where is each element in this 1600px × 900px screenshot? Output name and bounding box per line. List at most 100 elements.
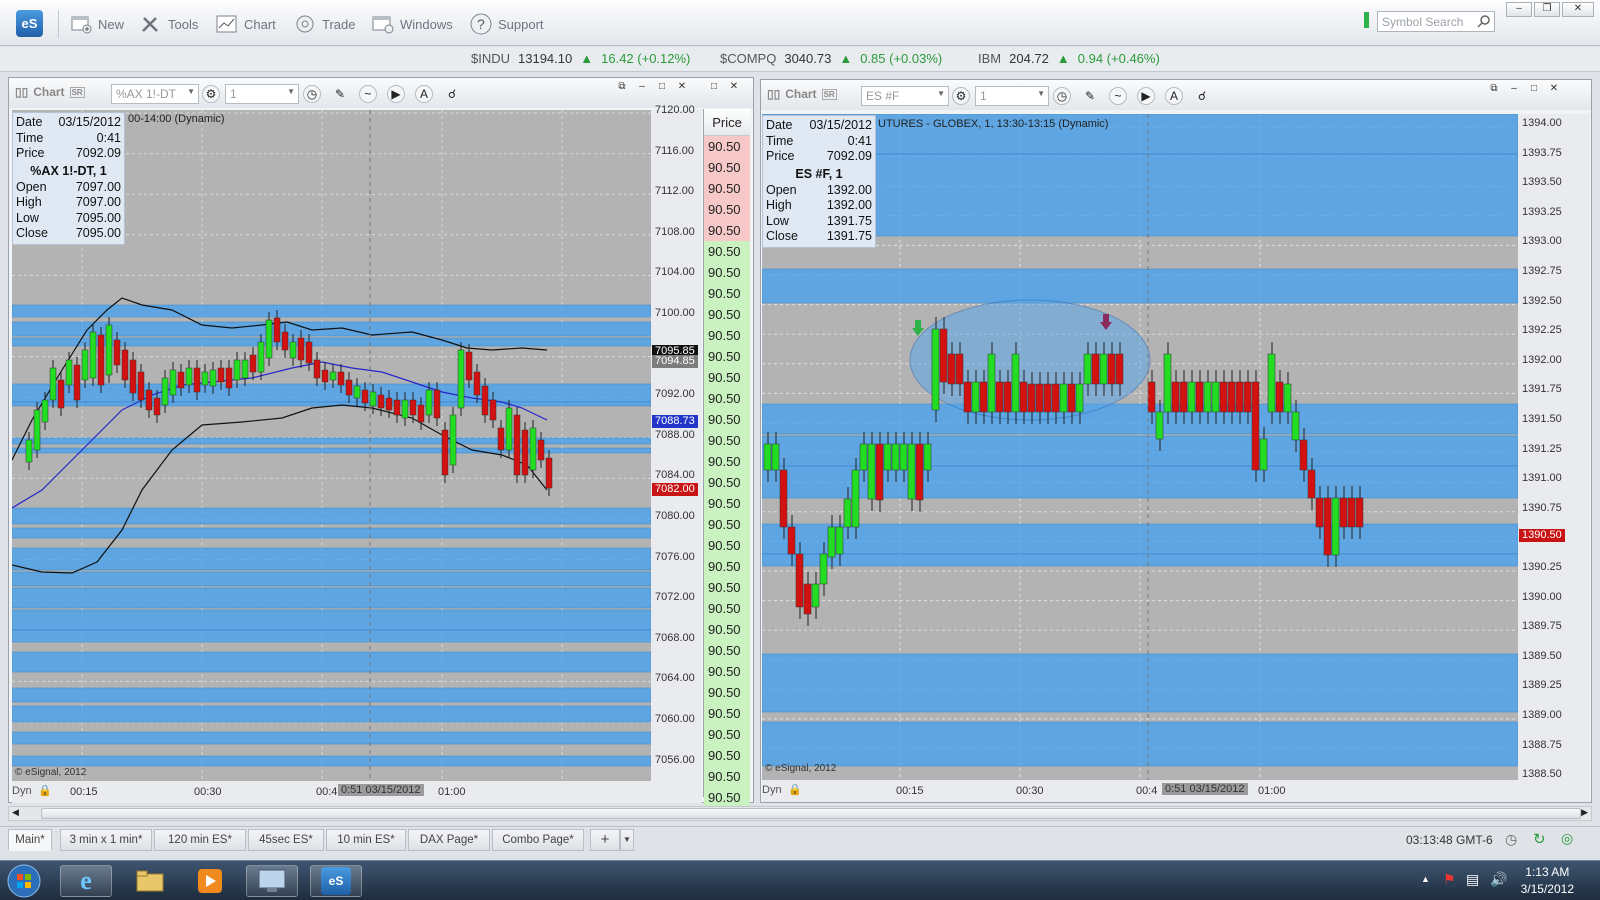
ladder-row[interactable]: 90.50 — [704, 136, 750, 157]
left-chart-title[interactable]: ▯▯ Chart SR — [15, 85, 85, 99]
ladder-row[interactable]: 90.50 — [704, 241, 750, 262]
windows-button[interactable]: Windows — [372, 12, 453, 36]
ladder-row[interactable]: 90.50 — [704, 178, 750, 199]
tab-dax[interactable]: DAX Page* — [408, 829, 490, 851]
right-interval-combo[interactable]: 1 ▼ — [975, 86, 1049, 106]
tray-expand-icon[interactable]: ▲ — [1421, 874, 1430, 884]
settings-icon[interactable]: ⚙ — [202, 85, 220, 103]
lock-icon[interactable]: 🔒 — [788, 783, 802, 796]
ladder-row[interactable]: 90.50 — [704, 325, 750, 346]
minimize-app-button[interactable]: – — [1506, 2, 1532, 17]
tab-menu-chevron-icon[interactable]: ▼ — [620, 829, 634, 851]
right-time-axis[interactable]: Dyn 🔒 00:15 00:30 00:4 01:00 0:51 03/15/2012 — [762, 780, 1590, 802]
ladder-row[interactable]: 90.50 — [704, 724, 750, 745]
ladder-row[interactable]: 90.50 — [704, 514, 750, 535]
esignal-taskbar-icon[interactable]: eS — [310, 865, 362, 897]
alert-icon[interactable]: A — [1165, 87, 1183, 105]
right-symbol-combo[interactable]: ES #F ▼ — [861, 86, 949, 106]
ladder-row[interactable]: 90.50 — [704, 472, 750, 493]
network-icon[interactable]: ▤ — [1466, 871, 1479, 888]
ladder-row[interactable]: 90.50 — [704, 346, 750, 367]
link-icon[interactable]: ☌ — [443, 85, 461, 103]
close-icon[interactable]: ✕ — [1545, 82, 1563, 96]
symbol-search-input[interactable]: Symbol Search — [1377, 11, 1495, 32]
pencil-icon[interactable]: ✎ — [1081, 87, 1099, 105]
ladder-row[interactable]: 90.50 — [704, 388, 750, 409]
status-clock-icon[interactable]: ◷ — [1505, 831, 1517, 848]
minimize-icon[interactable]: – — [633, 80, 651, 94]
detach-icon[interactable]: ⧉ — [1485, 82, 1503, 96]
folder-icon[interactable] — [124, 865, 176, 897]
tab-main[interactable]: Main* — [8, 829, 52, 851]
ladder-row[interactable]: 90.50 — [704, 766, 750, 787]
clock-icon[interactable]: ◷ — [303, 85, 321, 103]
tab-3min[interactable]: 3 min x 1 min* — [60, 829, 152, 851]
desktop-app-icon[interactable] — [246, 865, 298, 897]
ladder-row[interactable]: 90.50 — [704, 199, 750, 220]
ticker-compq[interactable]: $COMPQ 3040.73 ▲ 0.85 (+0.03%) — [720, 51, 942, 66]
ladder-row[interactable]: 90.50 — [704, 577, 750, 598]
scroll-left-icon[interactable]: ◀ — [12, 807, 19, 818]
ladder-row[interactable]: 90.50 — [704, 262, 750, 283]
support-button[interactable]: ? Support — [470, 12, 544, 36]
media-player-icon[interactable] — [184, 865, 236, 897]
tab-combo[interactable]: Combo Page* — [492, 829, 584, 851]
minimize-icon[interactable]: – — [1505, 82, 1523, 96]
study-icon[interactable]: ~ — [1109, 87, 1127, 105]
internet-explorer-icon[interactable]: e — [60, 865, 112, 897]
add-tab-button[interactable]: + — [590, 829, 620, 851]
restore-app-button[interactable]: ❐ — [1534, 2, 1560, 17]
ladder-row[interactable]: 90.50 — [704, 556, 750, 577]
ladder-row[interactable]: 90.50 — [704, 598, 750, 619]
action-center-flag-icon[interactable]: ⚑ — [1443, 871, 1456, 888]
maximize-icon[interactable]: □ — [1525, 82, 1543, 96]
scroll-thumb[interactable] — [41, 808, 1581, 819]
ladder-row[interactable]: 90.50 — [704, 703, 750, 724]
dyn-label[interactable]: Dyn — [12, 785, 32, 797]
tools-button[interactable]: Tools — [140, 12, 198, 36]
left-price-axis[interactable]: 7120.00 7116.00 7112.00 7108.00 7104.00 7100.… — [651, 104, 702, 781]
ladder-row[interactable]: 90.50 — [704, 304, 750, 325]
close-icon[interactable]: ✕ — [673, 80, 691, 94]
ladder-row[interactable]: 90.50 — [704, 640, 750, 661]
play-icon[interactable]: ▶ — [1137, 87, 1155, 105]
ticker-ibm[interactable]: IBM 204.72 ▲ 0.94 (+0.46%) — [978, 51, 1160, 66]
start-button[interactable] — [2, 864, 46, 898]
volume-icon[interactable]: 🔊 — [1490, 871, 1507, 888]
tab-120min[interactable]: 120 min ES* — [154, 829, 246, 851]
esignal-logo[interactable]: eS — [16, 10, 43, 37]
ladder-row[interactable]: 90.50 — [704, 745, 750, 766]
maximize-icon[interactable]: □ — [653, 80, 671, 94]
ladder-row[interactable]: 90.50 — [704, 787, 750, 808]
ladder-row[interactable]: 90.50 — [704, 661, 750, 682]
new-button[interactable]: New — [70, 12, 124, 36]
ladder-row[interactable]: 90.50 — [704, 367, 750, 388]
ladder-row[interactable]: 90.50 — [704, 409, 750, 430]
play-icon[interactable]: ▶ — [387, 85, 405, 103]
horizontal-scrollbar[interactable]: ◀ ▶ — [8, 806, 1592, 821]
status-ok-icon[interactable]: ◎ — [1561, 830, 1573, 847]
settings-icon[interactable]: ⚙ — [952, 87, 970, 105]
tab-10min[interactable]: 10 min ES* — [326, 829, 406, 851]
detach-icon[interactable]: ⧉ — [613, 80, 631, 94]
chart-button[interactable]: Chart — [216, 12, 276, 36]
close-app-button[interactable]: ✕ — [1562, 2, 1594, 17]
ladder-row[interactable]: 90.50 — [704, 493, 750, 514]
alert-icon[interactable]: A — [415, 85, 433, 103]
right-price-axis[interactable]: 1394.00 1393.75 1393.50 1393.25 1393.00 1392.… — [1518, 114, 1590, 780]
tab-45sec[interactable]: 45sec ES* — [248, 829, 324, 851]
refresh-icon[interactable]: ↻ — [1533, 830, 1546, 848]
left-interval-combo[interactable]: 1 ▼ — [225, 84, 299, 104]
left-time-axis[interactable]: Dyn 🔒 00:15 00:30 00:4 01:00 0:51 03/15/2012 — [12, 781, 702, 803]
trade-button[interactable]: Trade — [294, 12, 355, 36]
right-chart-title[interactable]: ▯▯ Chart SR — [767, 87, 837, 101]
ladder-row[interactable]: 90.50 — [704, 157, 750, 178]
ladder-maximize-icon[interactable]: □ — [705, 80, 723, 94]
ladder-row[interactable]: 90.50 — [704, 451, 750, 472]
ladder-row[interactable]: 90.50 — [704, 430, 750, 451]
ladder-row[interactable]: 90.50 — [704, 283, 750, 304]
ladder-row[interactable]: 90.50 — [704, 682, 750, 703]
taskbar-clock[interactable]: 1:13 AM 3/15/2012 — [1521, 864, 1574, 898]
ladder-row[interactable]: 90.50 — [704, 220, 750, 241]
ticker-indu[interactable]: $INDU 13194.10 ▲ 16.42 (+0.12%) — [471, 51, 690, 66]
